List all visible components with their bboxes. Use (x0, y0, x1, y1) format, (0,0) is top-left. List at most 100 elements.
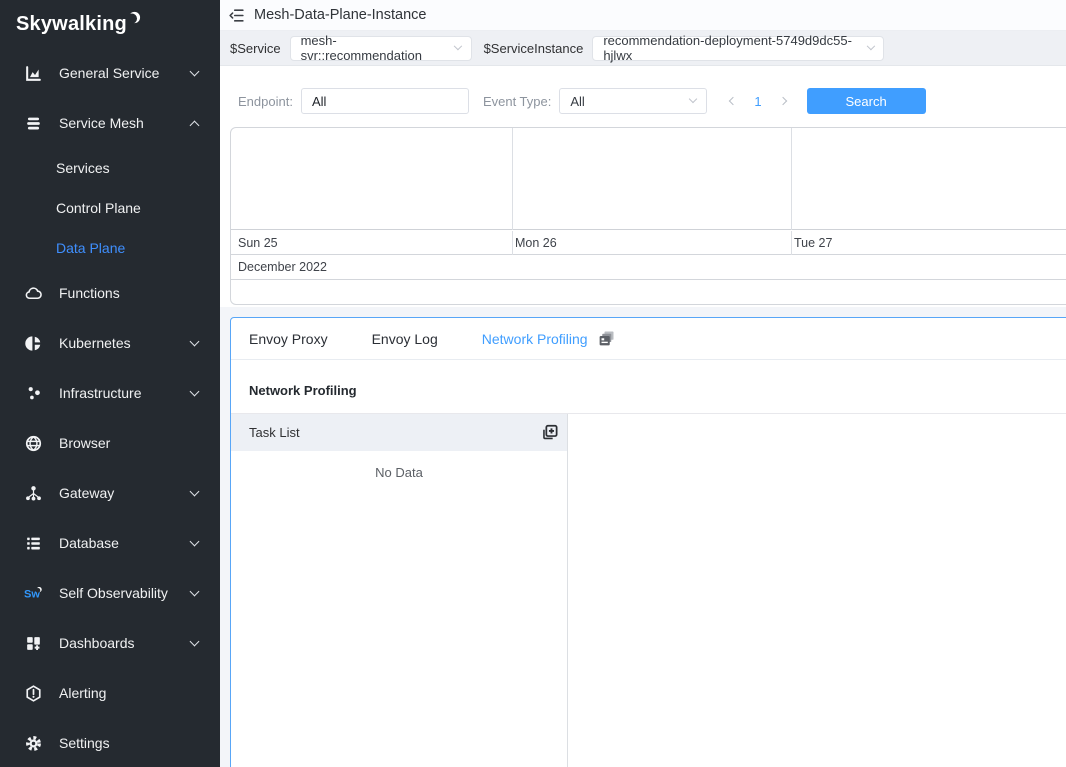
sidebar-item-general-service[interactable]: General Service (0, 48, 220, 98)
page-number: 1 (754, 94, 761, 109)
timeline-axis-tick (791, 231, 792, 255)
event-filter-row: Endpoint: Event Type: All 1 Search (220, 66, 1066, 114)
timeline-month-label: December 2022 (238, 260, 327, 274)
service-instance-select-value: recommendation-deployment-5749d9dc55-hjl… (603, 33, 857, 63)
sidebar-item-functions[interactable]: Functions (0, 268, 220, 318)
sidebar-item-gateway[interactable]: Gateway (0, 468, 220, 518)
sidebar-item-database[interactable]: Database (0, 518, 220, 568)
sidebar-item-label: Settings (59, 735, 198, 751)
service-instance-select[interactable]: recommendation-deployment-5749d9dc55-hjl… (592, 36, 884, 61)
chart-icon (24, 64, 43, 83)
sidebar-item-label: Kubernetes (59, 335, 191, 351)
sidebar-item-label: Dashboards (59, 635, 191, 651)
instance-tabs-widget: Envoy Proxy Envoy Log Network Profiling … (230, 317, 1066, 767)
sidebar-item-label: Browser (59, 435, 198, 451)
sidebar-item-label: Services (56, 160, 110, 176)
event-type-select[interactable]: All (559, 88, 707, 114)
sidebar-item-label: Infrastructure (59, 385, 191, 401)
chevron-down-icon (190, 636, 200, 646)
sidebar: Skywalking General Service Service Mesh … (0, 0, 220, 767)
sidebar-item-label: Database (59, 535, 191, 551)
sw-logo-icon: Sw (24, 584, 43, 603)
sidebar-item-service-mesh[interactable]: Service Mesh (0, 98, 220, 148)
chevron-down-icon (866, 42, 874, 50)
tab-bar: Envoy Proxy Envoy Log Network Profiling (231, 318, 1066, 360)
timeline-day-axis: Sun 25 Mon 26 Tue 27 (231, 231, 1066, 255)
tab-envoy-log[interactable]: Envoy Log (372, 331, 438, 347)
app-logo[interactable]: Skywalking (0, 0, 220, 48)
sidebar-item-control-plane[interactable]: Control Plane (0, 188, 220, 228)
new-task-icon[interactable] (540, 423, 559, 442)
endpoint-label: Endpoint: (238, 94, 293, 109)
gear-icon (24, 734, 43, 753)
sidebar-item-label: Self Observability (59, 585, 191, 601)
sidebar-item-infrastructure[interactable]: Infrastructure (0, 368, 220, 418)
menu-fold-icon[interactable] (228, 7, 245, 24)
main-area: Mesh-Data-Plane-Instance $Service mesh-s… (220, 0, 1066, 767)
profiling-detail-area (568, 414, 1066, 767)
copy-docs-icon[interactable] (597, 330, 615, 348)
sidebar-item-label: Data Plane (56, 240, 125, 256)
timeline-grid[interactable] (231, 128, 1066, 230)
chevron-down-icon (190, 336, 200, 346)
sidebar-item-data-plane[interactable]: Data Plane (0, 228, 220, 268)
kubernetes-icon (24, 334, 43, 353)
widget-header: Network Profiling (231, 360, 1066, 413)
tab-network-profiling[interactable]: Network Profiling (482, 331, 588, 347)
sidebar-item-label: General Service (59, 65, 191, 81)
chevron-down-icon (190, 536, 200, 546)
chevron-down-icon (454, 42, 462, 50)
timeline-grid-divider (791, 128, 792, 230)
dashboards-icon (24, 634, 43, 653)
database-icon (24, 534, 43, 553)
network-profiling-body: Task List No Data (231, 414, 1066, 767)
chevron-down-icon (190, 586, 200, 596)
task-list-header: Task List (231, 414, 567, 451)
sidebar-item-alerting[interactable]: Alerting (0, 668, 220, 718)
timeline-month-axis: December 2022 (231, 256, 1066, 280)
panel-gap (220, 307, 1066, 317)
events-panel: Endpoint: Event Type: All 1 Search (220, 66, 1066, 307)
chevron-down-icon (689, 95, 697, 103)
endpoint-input[interactable] (301, 88, 469, 114)
tab-envoy-proxy[interactable]: Envoy Proxy (249, 331, 328, 347)
globe-icon (24, 434, 43, 453)
gateway-icon (24, 484, 43, 503)
sidebar-item-dashboards[interactable]: Dashboards (0, 618, 220, 668)
widget-title: Network Profiling (249, 383, 357, 398)
sidebar-item-label: Control Plane (56, 200, 141, 216)
sidebar-item-self-observability[interactable]: Sw Self Observability (0, 568, 220, 618)
sidebar-item-services[interactable]: Services (0, 148, 220, 188)
sidebar-item-browser[interactable]: Browser (0, 418, 220, 468)
chevron-down-icon (190, 386, 200, 396)
event-type-select-value: All (570, 94, 584, 109)
sidebar-item-label: Alerting (59, 685, 198, 701)
layers-icon (24, 114, 43, 133)
timeline-axis-tick (512, 231, 513, 255)
service-select-value: mesh-svr::recommendation (301, 33, 445, 63)
sidebar-item-settings[interactable]: Settings (0, 718, 220, 767)
infrastructure-dots-icon (24, 384, 43, 403)
cloud-icon (24, 284, 43, 303)
alert-hexagon-icon (24, 684, 43, 703)
timeline-day-label: Tue 27 (794, 236, 832, 250)
page-header: Mesh-Data-Plane-Instance (220, 0, 1066, 31)
chevron-up-icon (190, 120, 200, 130)
page-prev-button[interactable] (727, 95, 739, 107)
empty-state-text: No Data (231, 465, 567, 480)
sidebar-item-kubernetes[interactable]: Kubernetes (0, 318, 220, 368)
service-instance-label: $ServiceInstance (484, 41, 584, 56)
service-select[interactable]: mesh-svr::recommendation (290, 36, 472, 61)
sidebar-item-label: Functions (59, 285, 198, 301)
event-type-label: Event Type: (483, 94, 551, 109)
chevron-down-icon (190, 486, 200, 496)
sidebar-item-label: Service Mesh (59, 115, 191, 131)
timeline-grid-divider (512, 128, 513, 230)
app-logo-text: Skywalking (16, 13, 127, 36)
page-title: Mesh-Data-Plane-Instance (254, 7, 426, 23)
dashboard-variable-bar: $Service mesh-svr::recommendation $Servi… (220, 31, 1066, 66)
search-button[interactable]: Search (807, 88, 926, 114)
crescent-icon (128, 11, 141, 24)
sidebar-nav: General Service Service Mesh Services Co… (0, 48, 220, 767)
page-next-button[interactable] (777, 95, 789, 107)
